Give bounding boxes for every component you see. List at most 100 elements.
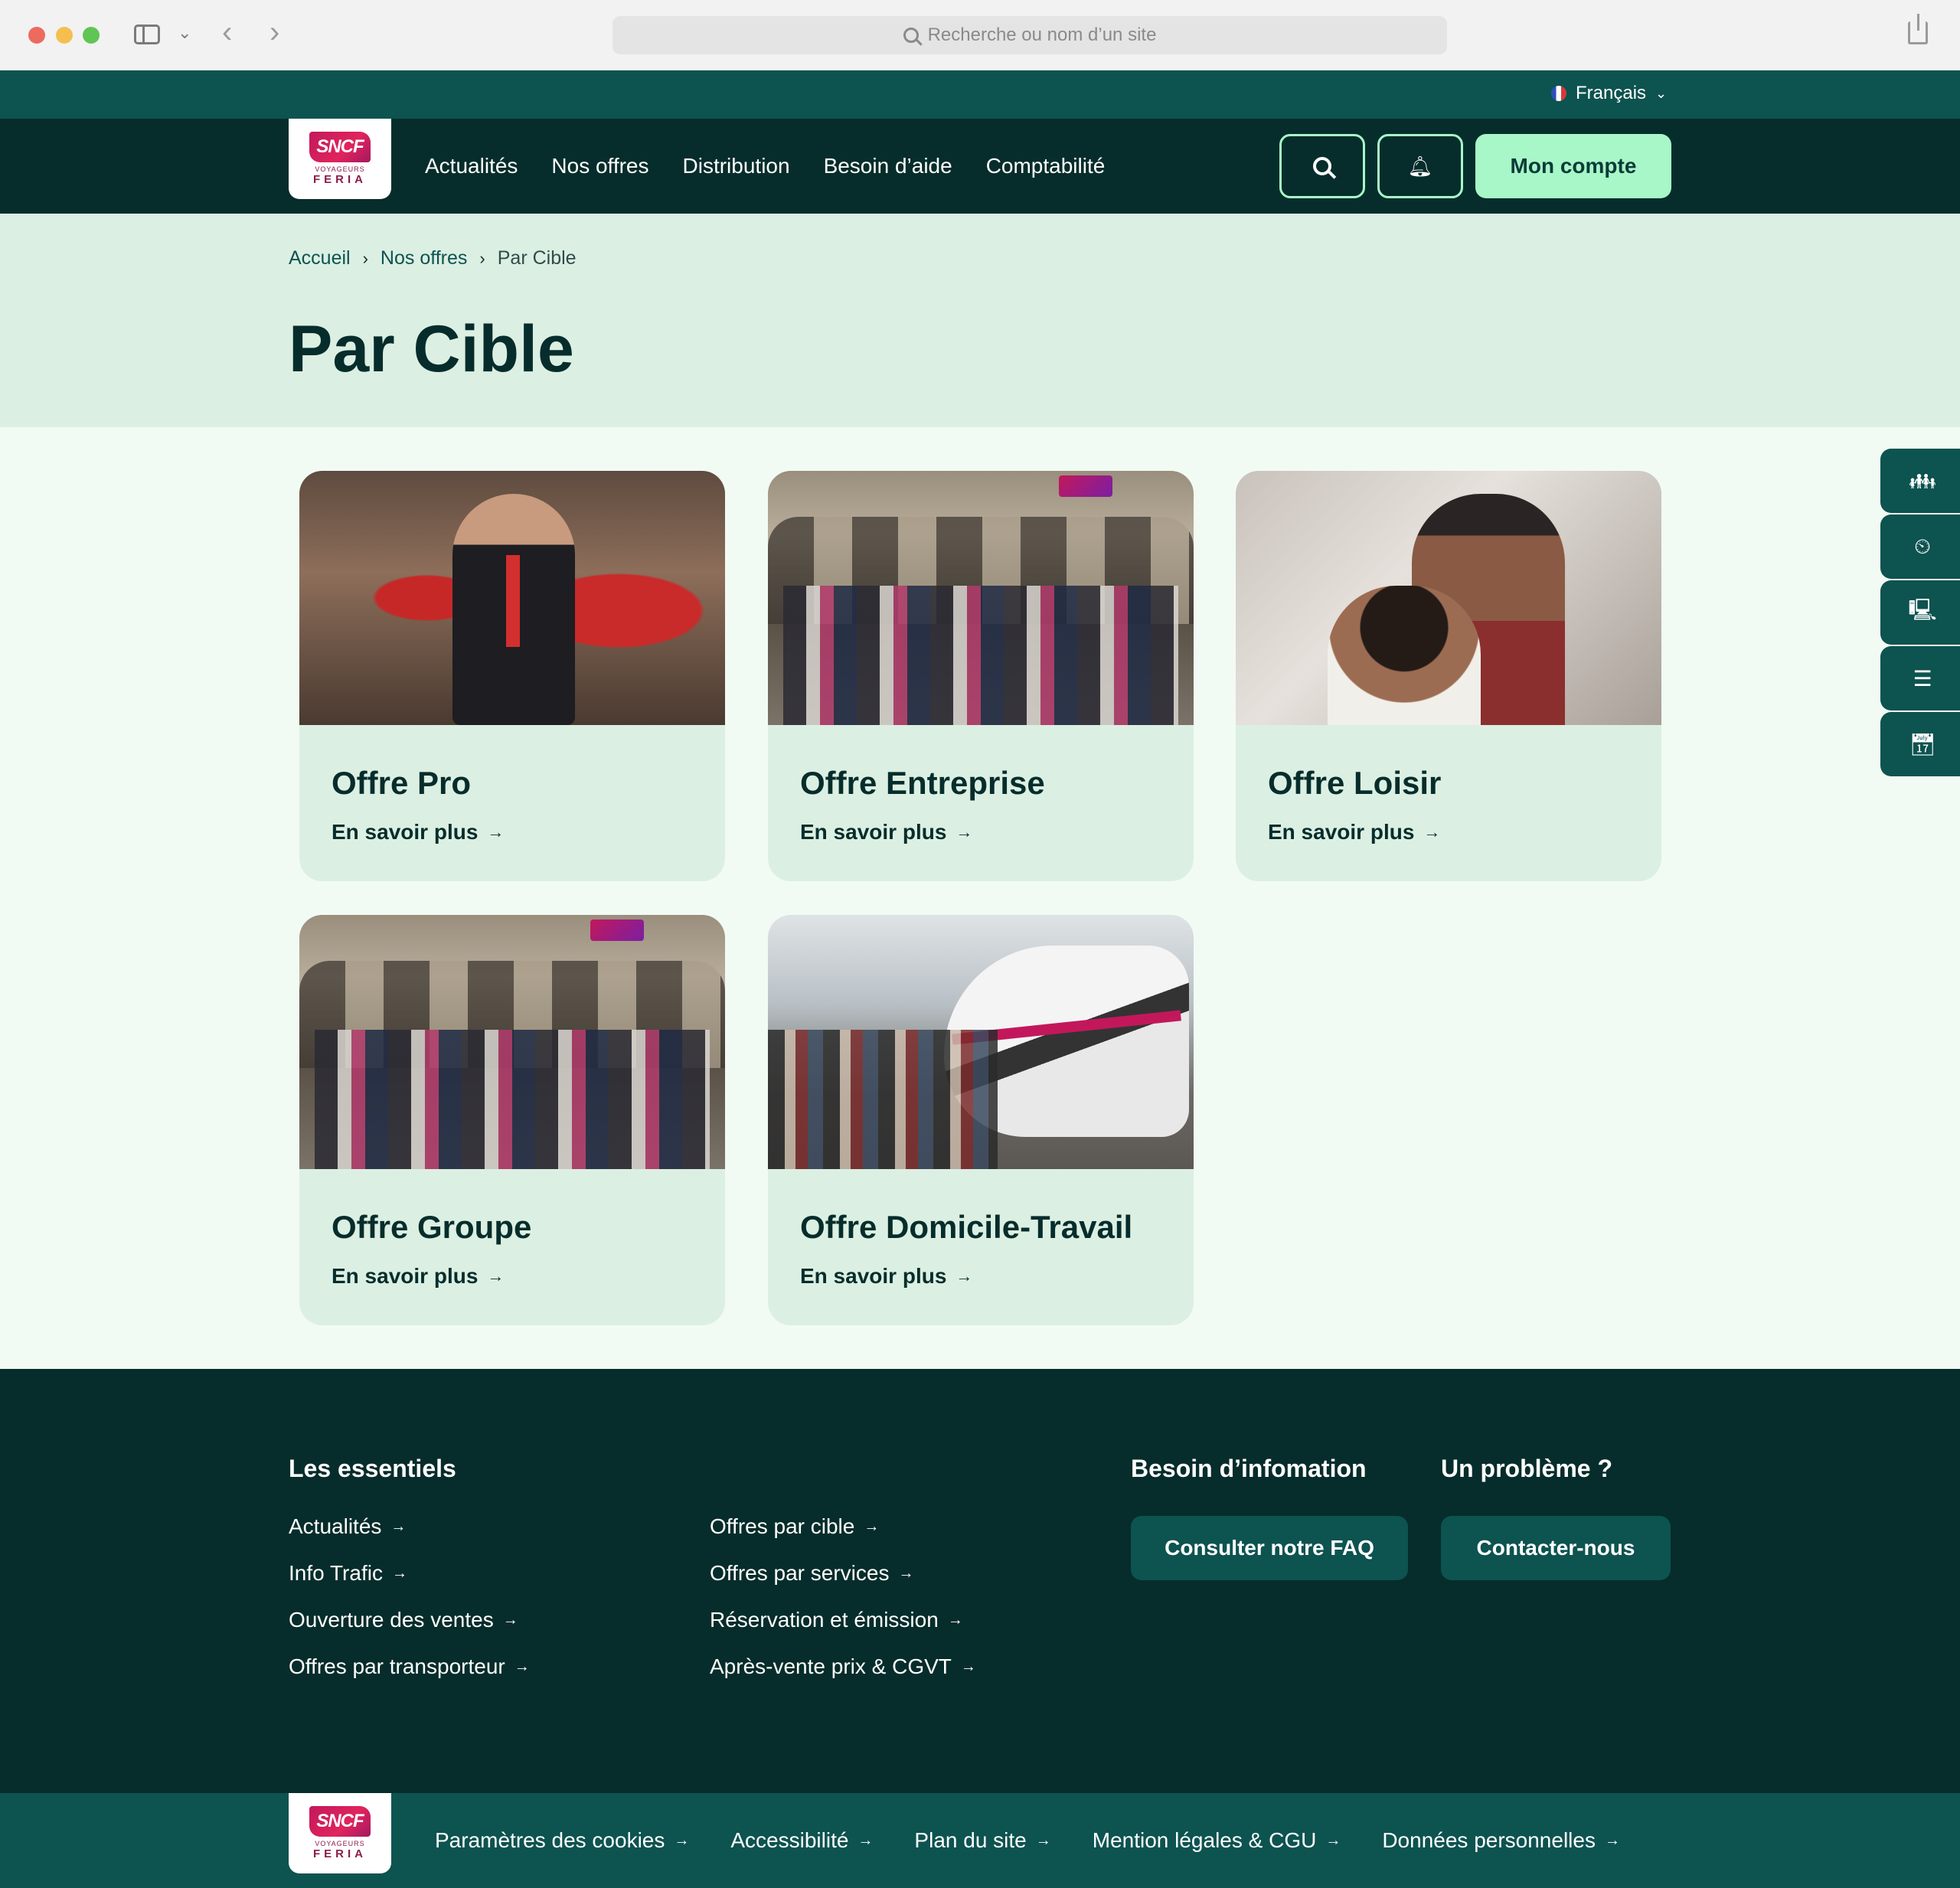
card-link-label: En savoir plus (800, 1264, 947, 1288)
footer-info-title: Besoin d’infomation (1131, 1455, 1367, 1482)
card-link[interactable]: En savoir plus → (1268, 820, 1440, 844)
footer-link-label: Actualités (289, 1514, 382, 1538)
footer-link-label: Info Trafic (289, 1561, 383, 1585)
card-link[interactable]: En savoir plus → (800, 820, 972, 844)
nav-item-actualites[interactable]: Actualités (425, 154, 518, 178)
document-list-icon: ☰ (1913, 666, 1932, 691)
contact-button[interactable]: Contacter-nous (1441, 1516, 1671, 1580)
legal-link-label: Mention légales & CGU (1092, 1828, 1317, 1852)
card-offre-entreprise[interactable]: Offre Entreprise En savoir plus → (768, 471, 1194, 881)
card-offre-groupe[interactable]: Offre Groupe En savoir plus → (299, 915, 725, 1325)
account-button[interactable]: Mon compte (1475, 134, 1671, 198)
footer-link[interactable]: Après-vente prix & CGVT → (710, 1654, 976, 1679)
computer-settings-icon: 🖳︎ (1908, 598, 1937, 622)
arrow-right-icon: → (391, 1564, 407, 1582)
nav-item-comptabilite[interactable]: Comptabilité (986, 154, 1106, 178)
logo-line-1: VOYAGEURS (315, 1840, 365, 1847)
footer-link[interactable]: Offres par transporteur → (289, 1654, 530, 1679)
logo-line-2: FERIA (313, 173, 367, 186)
notifications-button[interactable]: 🔔︎ (1377, 134, 1463, 198)
card-link[interactable]: En savoir plus → (332, 820, 504, 844)
calendar-clock-icon: 📅︎ (1909, 732, 1936, 756)
quick-access-documents-button[interactable]: ☰ (1880, 646, 1960, 710)
arrow-right-icon: → (947, 1611, 963, 1628)
breadcrumb-current: Par Cible (497, 247, 577, 269)
page-title: Par Cible (289, 312, 574, 386)
faq-button[interactable]: Consulter notre FAQ (1131, 1516, 1408, 1580)
footer-link[interactable]: Offres par cible → (710, 1514, 879, 1539)
arrow-right-icon: → (1325, 1831, 1341, 1849)
address-bar[interactable]: Recherche ou nom d’un site (612, 16, 1447, 54)
arrow-right-icon: → (487, 822, 505, 841)
card-link-label: En savoir plus (332, 820, 479, 844)
nav-item-distribution[interactable]: Distribution (683, 154, 790, 178)
card-link[interactable]: En savoir plus → (332, 1264, 504, 1289)
card-offre-loisir[interactable]: Offre Loisir En savoir plus → (1236, 471, 1661, 881)
footer-essentials-title: Les essentiels (289, 1455, 456, 1482)
footer-link-label: Offres par services (710, 1561, 890, 1585)
quick-access-calendar-button[interactable]: 📅︎ (1880, 712, 1960, 776)
train-clock-icon: ⏲ (1914, 534, 1931, 558)
language-label: Français (1576, 83, 1647, 103)
footer-link[interactable]: Offres par services → (710, 1561, 913, 1586)
quick-access-booking-button[interactable]: 🖳︎ (1880, 580, 1960, 645)
search-button[interactable] (1279, 134, 1365, 198)
arrow-right-icon: → (502, 1611, 518, 1628)
arrow-right-icon: → (864, 1517, 880, 1535)
breadcrumb-home[interactable]: Accueil (289, 247, 351, 269)
nav-item-besoin-aide[interactable]: Besoin d’aide (824, 154, 952, 178)
cookie-settings-link[interactable]: Paramètres des cookies → (435, 1828, 689, 1853)
footer-link[interactable]: Ouverture des ventes → (289, 1608, 518, 1632)
accessibility-link[interactable]: Accessibilité → (730, 1828, 873, 1853)
site-footer: Les essentiels Actualités → Info Trafic … (0, 1369, 1960, 1793)
nav-item-nos-offres[interactable]: Nos offres (551, 154, 648, 178)
card-link-label: En savoir plus (1268, 820, 1415, 844)
site-header: SNCF VOYAGEURS FERIA Actualités Nos offr… (0, 119, 1960, 214)
sncf-logo[interactable]: SNCF VOYAGEURS FERIA (289, 1793, 391, 1873)
arrow-right-icon: → (956, 1266, 973, 1285)
legal-notice-link[interactable]: Mention légales & CGU → (1093, 1828, 1341, 1853)
arrow-right-icon: → (1423, 822, 1441, 841)
footer-problem-title: Un problème ? (1441, 1455, 1613, 1482)
search-icon (1313, 157, 1331, 175)
footer-link[interactable]: Actualités → (289, 1514, 406, 1539)
minimize-window-button[interactable] (56, 27, 73, 44)
sncf-logo[interactable]: SNCF VOYAGEURS FERIA (289, 119, 391, 199)
card-link[interactable]: En savoir plus → (800, 1264, 972, 1289)
arrow-right-icon: → (1035, 1831, 1051, 1849)
share-icon[interactable] (1908, 14, 1928, 44)
language-bar: Français ⌄ (0, 70, 1960, 119)
arrow-right-icon: → (898, 1564, 914, 1582)
quick-access-traffic-button[interactable]: ⏲ (1880, 514, 1960, 579)
legal-link-label: Données personnelles (1382, 1828, 1596, 1852)
arrow-right-icon: → (390, 1517, 407, 1535)
legal-link-label: Accessibilité (730, 1828, 849, 1852)
footer-link[interactable]: Info Trafic → (289, 1561, 407, 1586)
chevron-down-icon[interactable]: ⌄ (178, 23, 191, 43)
sidebar-toggle-icon[interactable] (134, 24, 160, 44)
card-image (1236, 471, 1661, 725)
card-title: Offre Loisir (1268, 765, 1442, 801)
personal-data-link[interactable]: Données personnelles → (1382, 1828, 1620, 1853)
maximize-window-button[interactable] (83, 27, 100, 44)
breadcrumb-nos-offres[interactable]: Nos offres (381, 247, 467, 269)
forward-arrow-icon[interactable]: › (270, 17, 279, 47)
arrow-right-icon: → (960, 1658, 976, 1675)
sitemap-link[interactable]: Plan du site → (914, 1828, 1050, 1853)
search-icon (903, 28, 919, 43)
footer-link[interactable]: Réservation et émission → (710, 1608, 963, 1632)
card-title: Offre Pro (332, 765, 472, 801)
card-title: Offre Domicile-Travail (800, 1209, 1133, 1245)
language-selector[interactable]: Français ⌄ (1551, 83, 1667, 104)
back-arrow-icon[interactable]: ‹ (222, 17, 232, 47)
close-window-button[interactable] (28, 27, 45, 44)
footer-link-label: Ouverture des ventes (289, 1608, 494, 1632)
page-hero: Accueil › Nos offres › Par Cible Par Cib… (0, 214, 1960, 427)
logo-line-2: FERIA (313, 1847, 367, 1860)
quick-access-group-button[interactable]: 👪︎ (1880, 449, 1960, 513)
card-offre-domicile-travail[interactable]: Offre Domicile-Travail En savoir plus → (768, 915, 1194, 1325)
card-link-label: En savoir plus (800, 820, 947, 844)
footer-bottom-bar: SNCF VOYAGEURS FERIA Paramètres des cook… (0, 1793, 1960, 1888)
legal-links: Paramètres des cookies → Accessibilité →… (435, 1793, 1620, 1888)
card-offre-pro[interactable]: Offre Pro En savoir plus → (299, 471, 725, 881)
